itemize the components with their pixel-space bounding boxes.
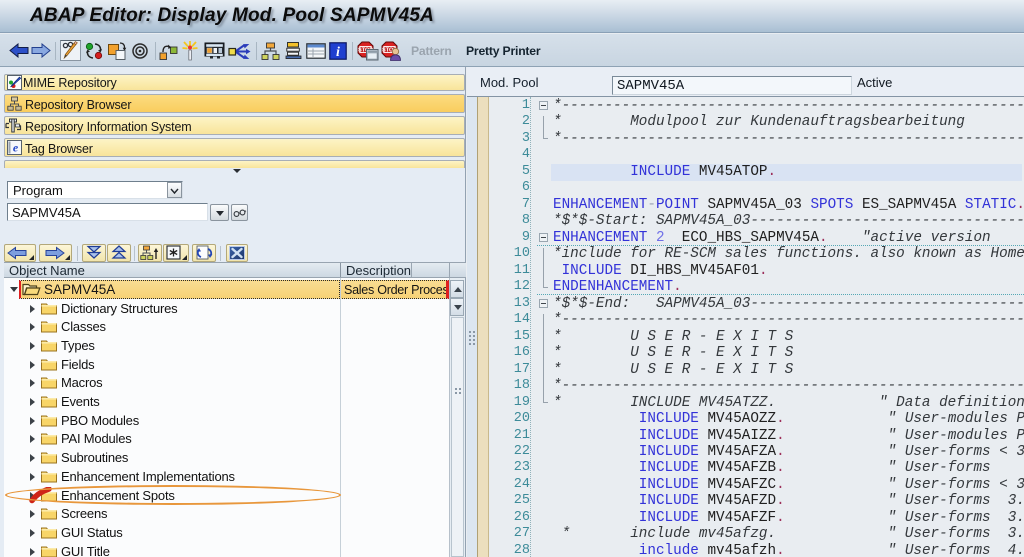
svg-text:e: e	[13, 141, 19, 155]
svg-text:i: i	[336, 45, 340, 60]
